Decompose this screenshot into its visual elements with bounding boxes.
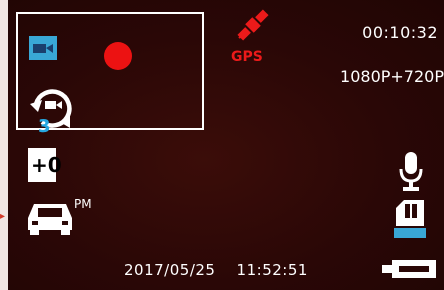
dashcam-screen: 3 GPS 00:10:32 1080P+720P +0 PM 2017/05/… (8, 0, 444, 290)
exposure-icon: +0 (28, 148, 62, 182)
date-value: 2017/05/25 (124, 261, 216, 279)
sd-card-icon (394, 200, 426, 238)
car-icon (24, 196, 76, 236)
exposure-value: +0 (31, 153, 62, 177)
resolution-label: 1080P+720P (340, 67, 444, 86)
recording-time: 00:10:32 (362, 23, 438, 42)
video-camera-icon (29, 36, 57, 60)
time-value: 11:52:51 (236, 261, 308, 279)
loop-recording-icon (26, 84, 80, 138)
parking-mode-label: PM (74, 197, 92, 211)
microphone-icon (398, 152, 424, 192)
mode-panel: 3 (16, 12, 204, 136)
gps-label: GPS (231, 49, 263, 65)
edge-marker: ▸ (0, 211, 6, 222)
record-dot-icon (104, 42, 132, 70)
gps-satellite-icon (233, 8, 273, 42)
datetime: 2017/05/25 11:52:51 (124, 261, 308, 279)
battery-icon (382, 258, 440, 280)
loop-minutes-value: 3 (38, 116, 51, 137)
